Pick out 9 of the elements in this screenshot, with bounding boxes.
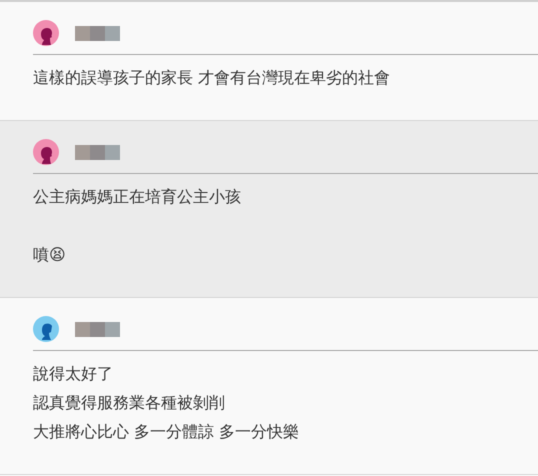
comment-text: 認真覺得服務業各種被剝削 [33, 392, 225, 414]
redacted-name-drawing [75, 26, 120, 40]
comment-text: 這樣的誤導孩子的家長 才會有台灣現在卑劣的社會 [33, 67, 390, 89]
comment-text: 說得太好了 [33, 363, 113, 385]
comment-text: 公主病媽媽正在培育公主小孩 [33, 186, 241, 208]
redacted-name-drawing [75, 322, 120, 336]
comment-text: 噴😫 [33, 244, 66, 266]
comment-text: 大推將心比心 多一分體諒 多一分快樂 [33, 421, 300, 443]
redacted-name-drawing [75, 144, 120, 160]
